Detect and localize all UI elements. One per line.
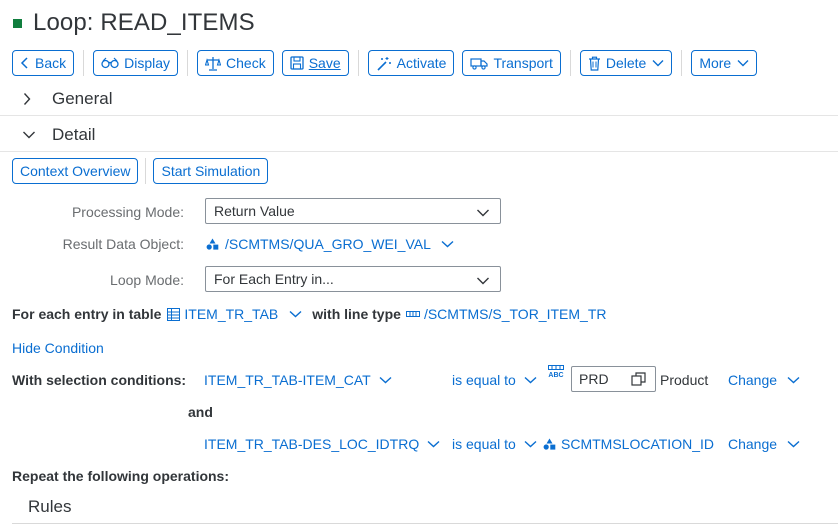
condition-field-2-link: ITEM_TR_TAB-DES_LOC_IDTRQ xyxy=(204,436,420,452)
value-help-icon[interactable] xyxy=(631,372,646,390)
glasses-icon xyxy=(101,57,119,69)
status-indicator-icon xyxy=(13,18,22,28)
line-type-label: with line type xyxy=(312,306,401,322)
display-label: Display xyxy=(124,55,171,71)
loop-mode-label: Loop Mode: xyxy=(110,272,184,288)
section-general-title: General xyxy=(52,88,113,108)
structure-icon xyxy=(405,311,420,317)
chevron-down-icon xyxy=(476,273,490,289)
check-button[interactable]: Check xyxy=(197,50,274,76)
loop-mode-value: For Each Entry in... xyxy=(214,271,334,287)
repeat-operations-label: Repeat the following operations: xyxy=(12,468,230,484)
chevron-down-icon xyxy=(787,440,800,448)
result-data-object[interactable]: /SCMTMS/QUA_GRO_WEI_VAL xyxy=(206,236,454,252)
scales-icon xyxy=(205,56,222,71)
condition-field-1-link: ITEM_TR_TAB-ITEM_CAT xyxy=(204,372,371,388)
page-header: Loop: READ_ITEMS xyxy=(12,8,255,38)
magic-wand-icon xyxy=(376,56,392,71)
selection-conditions-label: With selection conditions: xyxy=(12,372,187,388)
rules-divider xyxy=(12,523,838,524)
toolbar-separator xyxy=(357,50,359,76)
start-simulation-button[interactable]: Start Simulation xyxy=(153,158,269,184)
processing-mode-value: Return Value xyxy=(214,203,295,219)
check-label: Check xyxy=(226,55,266,71)
condition-operator-2-link: is equal to xyxy=(452,436,516,452)
section-general[interactable]: General xyxy=(0,82,838,116)
table-entry-row: For each entry in table ITEM_TR_TAB with… xyxy=(12,306,606,322)
result-data-object-label: Result Data Object: xyxy=(62,236,184,252)
context-overview-button[interactable]: Context Overview xyxy=(12,158,139,184)
condition-value-2[interactable]: SCMTMSLOCATION_ID xyxy=(543,436,714,452)
chevron-down-icon xyxy=(441,240,454,248)
chevron-down-icon xyxy=(737,59,749,67)
hide-condition-link[interactable]: Hide Condition xyxy=(12,340,104,356)
shapes-icon xyxy=(543,438,556,450)
table-entry-prefix: For each entry in table xyxy=(12,306,162,322)
chevron-down-icon xyxy=(427,440,440,448)
delete-label: Delete xyxy=(605,55,647,71)
chevron-left-icon xyxy=(20,56,30,70)
floppy-disk-icon xyxy=(290,56,304,70)
toolbar-separator xyxy=(145,158,147,184)
save-label: Save xyxy=(308,55,341,71)
more-button[interactable]: More xyxy=(691,50,758,76)
trash-icon xyxy=(588,56,601,71)
condition-value-1-input[interactable]: PRD xyxy=(571,366,656,392)
condition-value-2-link: SCMTMSLOCATION_ID xyxy=(561,436,714,452)
condition-value-1-text: Product xyxy=(660,372,709,388)
chevron-right-icon xyxy=(22,92,50,106)
rules-title: Rules xyxy=(28,497,72,516)
toolbar-separator xyxy=(83,50,85,76)
activate-button[interactable]: Activate xyxy=(367,50,455,76)
condition-field-2[interactable]: ITEM_TR_TAB-DES_LOC_IDTRQ xyxy=(204,436,440,452)
save-button[interactable]: Save xyxy=(281,50,349,76)
toolbar-separator xyxy=(569,50,571,76)
back-button[interactable]: Back xyxy=(12,50,75,76)
text-type-badge: ABC xyxy=(548,372,564,379)
change-2-label: Change xyxy=(728,436,778,452)
delete-button[interactable]: Delete xyxy=(579,50,673,76)
change-button-2[interactable]: Change xyxy=(728,436,800,452)
condition-operator-2[interactable]: is equal to xyxy=(452,436,537,452)
condition-operator-1[interactable]: is equal to xyxy=(452,372,537,388)
toolbar-separator xyxy=(681,50,683,76)
condition-value-1: PRD xyxy=(579,371,609,387)
chevron-down-icon[interactable] xyxy=(289,310,302,318)
back-label: Back xyxy=(35,55,67,71)
result-data-object-link: /SCMTMS/QUA_GRO_WEI_VAL xyxy=(225,236,431,252)
truck-icon xyxy=(470,57,489,70)
chevron-down-icon xyxy=(652,59,664,67)
chevron-down-icon xyxy=(379,376,392,384)
chevron-down-icon xyxy=(524,376,537,384)
processing-mode-select[interactable]: Return Value xyxy=(205,198,501,224)
page-title: Loop: READ_ITEMS xyxy=(33,9,255,36)
shapes-icon xyxy=(206,238,219,250)
loop-mode-select[interactable]: For Each Entry in... xyxy=(205,266,501,292)
table-name-link[interactable]: ITEM_TR_TAB xyxy=(184,306,278,322)
and-label: and xyxy=(188,404,213,420)
toolbar-separator xyxy=(187,50,189,76)
toolbar: Back Display Check Save Activate Transpo… xyxy=(12,50,758,76)
change-button-1[interactable]: Change xyxy=(728,372,800,388)
display-button[interactable]: Display xyxy=(93,50,179,76)
chevron-down-icon xyxy=(476,205,490,221)
chevron-down-icon xyxy=(524,440,537,448)
chevron-down-icon xyxy=(787,376,800,384)
transport-label: Transport xyxy=(493,55,553,71)
detail-toolbar: Context Overview Start Simulation xyxy=(12,158,269,184)
text-type-icon: ABC xyxy=(548,365,564,380)
change-1-label: Change xyxy=(728,372,778,388)
transport-button[interactable]: Transport xyxy=(462,50,561,76)
table-icon xyxy=(167,307,181,321)
activate-label: Activate xyxy=(396,55,447,71)
condition-field-1[interactable]: ITEM_TR_TAB-ITEM_CAT xyxy=(204,372,392,388)
line-type-link[interactable]: /SCMTMS/S_TOR_ITEM_TR xyxy=(424,306,607,322)
condition-operator-1-link: is equal to xyxy=(452,372,516,388)
processing-mode-label: Processing Mode: xyxy=(71,204,184,220)
more-label: More xyxy=(699,55,732,71)
section-detail-title: Detail xyxy=(52,124,96,144)
section-detail[interactable]: Detail xyxy=(0,118,838,152)
chevron-down-icon xyxy=(22,130,50,140)
